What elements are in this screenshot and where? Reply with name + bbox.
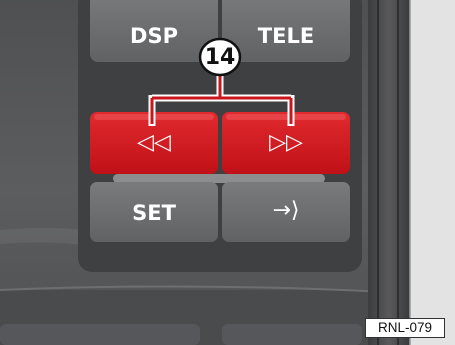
set-button[interactable]: SET: [90, 203, 218, 224]
control-panel-illustration: DSP TELE ◁◁ ▷▷ SET →⟩ 14 RNL-079: [0, 0, 455, 345]
fast-forward-icon[interactable]: ▷▷: [222, 132, 350, 154]
rewind-icon[interactable]: ◁◁: [90, 132, 218, 154]
exit-arrow-icon[interactable]: →⟩: [222, 200, 350, 222]
tele-button[interactable]: TELE: [222, 26, 350, 47]
dsp-button[interactable]: DSP: [90, 26, 218, 47]
callout-number: 14: [204, 44, 236, 70]
figure-code: RNL-079: [365, 318, 445, 338]
